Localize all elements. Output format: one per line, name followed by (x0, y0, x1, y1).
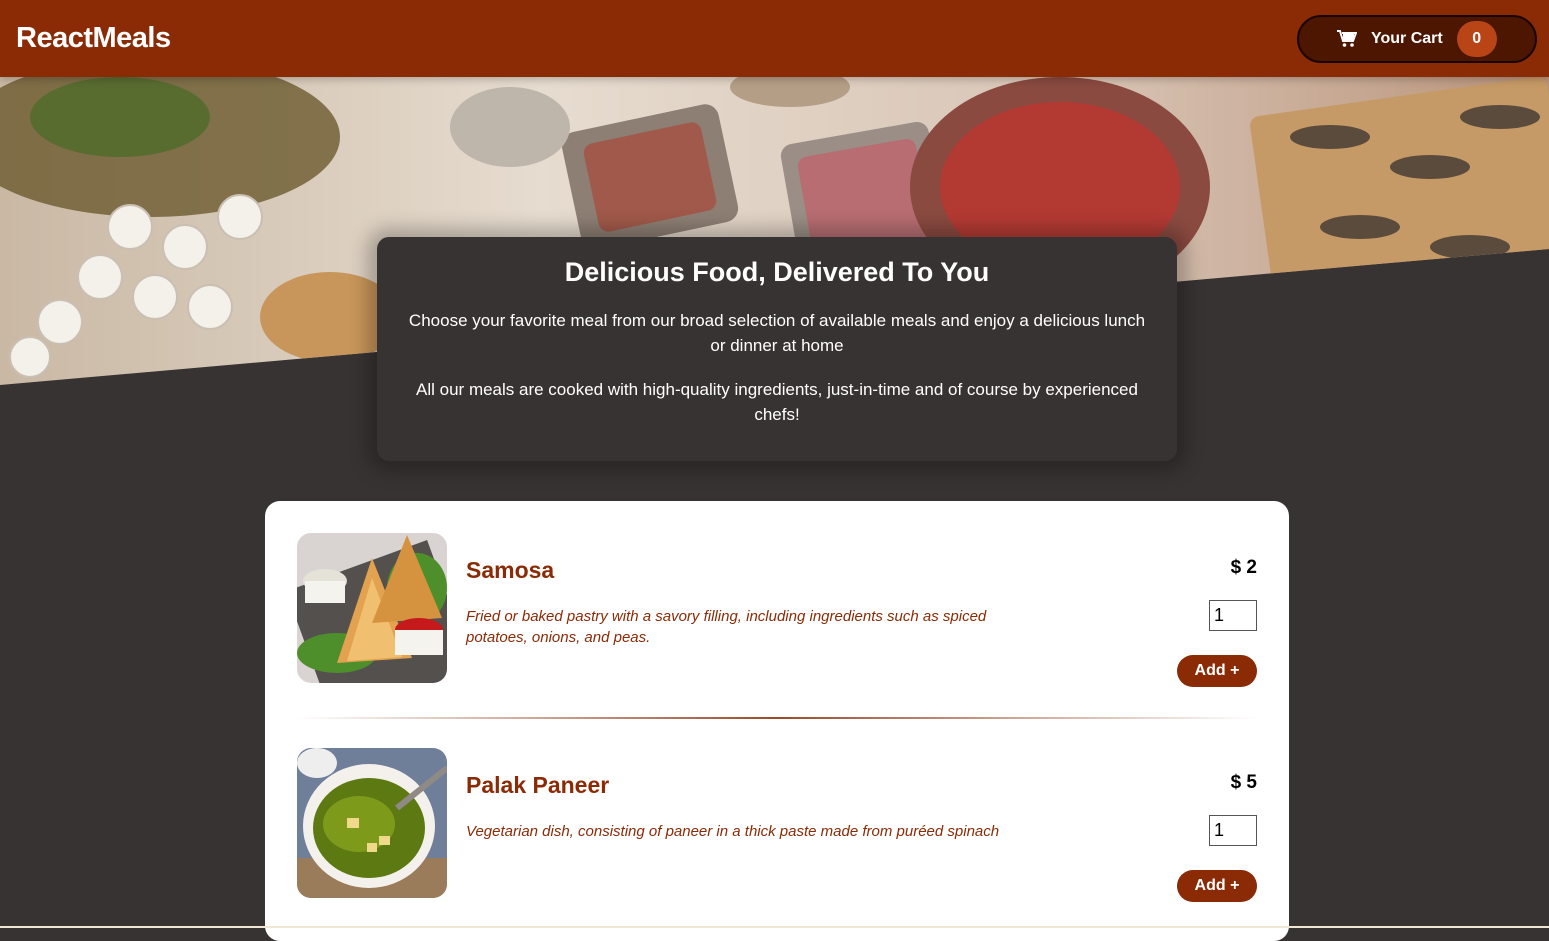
cart-count-badge: 0 (1456, 20, 1497, 57)
meal-item: Palak Paneer Vegetarian dish, consisting… (297, 748, 1257, 902)
add-to-cart-button[interactable]: Add + (1177, 870, 1257, 902)
meals-list-card: Samosa Fried or baked pastry with a savo… (265, 501, 1289, 941)
palak-paneer-photo (297, 748, 447, 898)
meal-name: Palak Paneer (466, 772, 610, 798)
shopping-cart-icon (1337, 29, 1357, 47)
meal-price: $ 5 (1230, 772, 1257, 793)
meal-price: $ 2 (1230, 557, 1257, 578)
meal-name: Samosa (466, 557, 555, 583)
brand-title: ReactMeals (16, 22, 171, 54)
meal-description: Vegetarian dish, consisting of paneer in… (466, 823, 1000, 840)
cart-label: Your Cart (1371, 29, 1443, 47)
samosa-photo (297, 533, 447, 683)
meal-item: Samosa Fried or baked pastry with a savo… (297, 533, 1257, 687)
summary-title: Delicious Food, Delivered To You (564, 257, 990, 287)
add-to-cart-button[interactable]: Add + (1177, 655, 1257, 687)
meal-description: Fried or baked pastry with a savory fill… (466, 608, 987, 646)
summary-paragraph: All our meals are cooked with high-quali… (416, 380, 1138, 424)
meal-divider (297, 717, 1257, 719)
quantity-input[interactable] (1209, 815, 1257, 846)
app-header: ReactMeals Your Cart 0 (0, 0, 1549, 77)
quantity-input[interactable] (1209, 600, 1257, 631)
summary-card: Delicious Food, Delivered To You Choose … (377, 237, 1177, 461)
summary-paragraph: Choose your favorite meal from our broad… (408, 311, 1146, 355)
cart-button[interactable]: Your Cart 0 (1297, 14, 1537, 63)
